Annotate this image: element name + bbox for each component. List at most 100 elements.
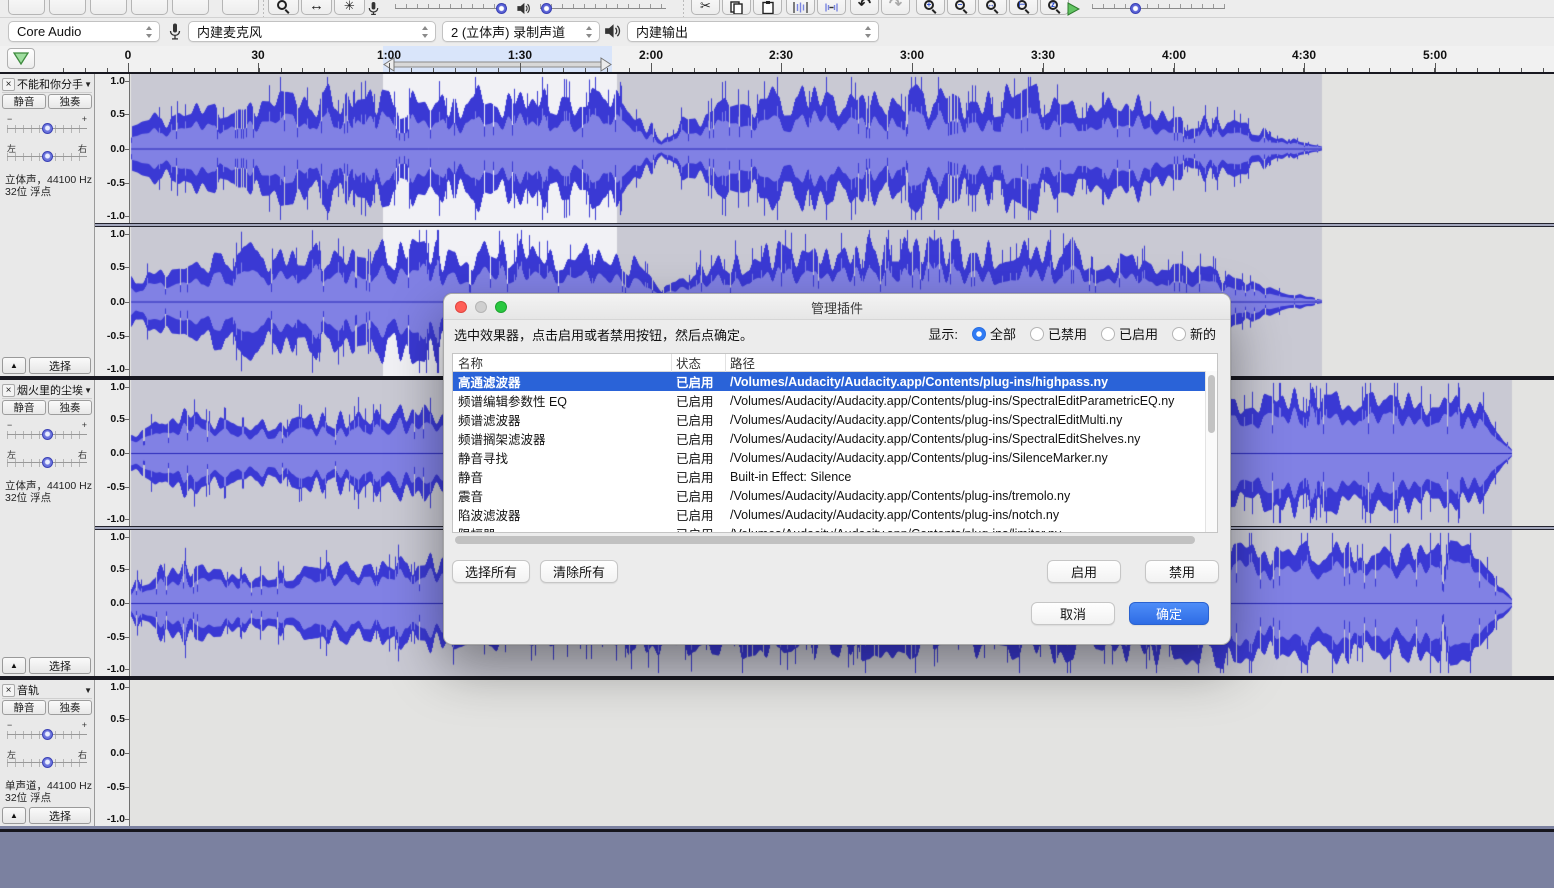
gain-thumb[interactable] [42,123,53,134]
gain-thumb[interactable] [42,729,53,740]
recording-channels-select[interactable]: 2 (立体声) 录制声道 [442,21,600,42]
mute-button[interactable]: 静音 [2,400,46,415]
timeline-ruler[interactable]: 0301:001:302:002:303:003:304:004:305:00 [0,46,1554,73]
transport-skip-start-button[interactable] [131,0,168,15]
vertical-scrollbar-thumb[interactable] [1208,375,1215,433]
pan-slider[interactable]: 左右 [7,448,87,474]
disable-button[interactable]: 禁用 [1145,560,1219,583]
dialog-titlebar[interactable]: 管理插件 [444,294,1230,320]
waveform-display[interactable] [130,74,1554,223]
track-select-button[interactable]: 选择 [29,807,91,824]
pan-thumb[interactable] [42,457,53,468]
trim-audio-button[interactable] [786,0,815,15]
playback-device-select[interactable]: 内建输出 [627,21,879,42]
transport-play-button[interactable] [49,0,86,15]
play-speed-thumb[interactable] [1130,3,1141,14]
enable-button[interactable]: 启用 [1047,560,1121,583]
vertical-scale-ruler[interactable]: 1.00.50.0-0.5-1.0 [95,530,130,676]
collapse-track-button[interactable]: ▲ [2,657,26,674]
track-close-button[interactable]: × [2,78,15,91]
plugin-row[interactable]: 静音已启用Built-in Effect: Silence [453,467,1217,486]
horizontal-scrollbar-thumb[interactable] [455,536,1195,544]
track-menu-dropdown-icon[interactable]: ▼ [84,686,92,695]
collapse-track-button[interactable]: ▲ [2,807,26,824]
plugin-row[interactable]: 静音寻找已启用/Volumes/Audacity/Audacity.app/Co… [453,448,1217,467]
recording-device-select[interactable]: 内建麦克风 [188,21,436,42]
vertical-scale-ruler[interactable]: 1.00.50.0-0.5-1.0 [95,680,130,826]
track-menu-dropdown-icon[interactable]: ▼ [84,386,92,395]
waveform-display[interactable] [130,680,1554,826]
plugin-row[interactable]: 频谱滤波器已启用/Volumes/Audacity/Audacity.app/C… [453,410,1217,429]
plugin-row[interactable]: 频谱编辑参数性 EQ已启用/Volumes/Audacity/Audacity.… [453,391,1217,410]
plugin-row[interactable]: 限幅器已启用/Volumes/Audacity/Audacity.app/Con… [453,524,1217,533]
column-header-path[interactable]: 路径 [726,353,1217,372]
gain-slider[interactable]: −+ [7,114,87,140]
fit-selection-button[interactable]: ↔ [978,0,1007,15]
track-select-button[interactable]: 选择 [29,357,91,374]
zoom-toggle-button[interactable]: z [1040,0,1069,15]
vertical-scale-ruler[interactable]: 1.00.50.0-0.5-1.0 [95,227,130,376]
solo-button[interactable]: 独奏 [48,94,92,109]
track-title[interactable]: 音轨 [17,682,84,698]
horizontal-scrollbar[interactable] [453,536,1217,544]
plugin-row[interactable]: 陷波滤波器已启用/Volumes/Audacity/Audacity.app/C… [453,505,1217,524]
plugin-row[interactable]: 高通滤波器已启用/Volumes/Audacity/Audacity.app/C… [453,372,1217,391]
ok-button[interactable]: 确定 [1129,602,1209,625]
vertical-scale-ruler[interactable]: 1.00.50.0-0.5-1.0 [95,380,130,526]
mute-button[interactable]: 静音 [2,700,46,715]
undo-button[interactable]: ↶ [850,0,879,15]
playback-volume-slider[interactable] [540,7,666,10]
zoom-out-button[interactable]: − [947,0,976,15]
vertical-scrollbar[interactable] [1205,371,1217,532]
track-close-button[interactable]: × [2,384,15,397]
filter-radio-已启用[interactable]: 已启用 [1101,324,1158,343]
pan-thumb[interactable] [42,757,53,768]
transport-pause-button[interactable] [8,0,45,15]
track-menu-dropdown-icon[interactable]: ▼ [84,80,92,89]
audio-host-select[interactable]: Core Audio [8,21,160,42]
select-all-button[interactable]: 选择所有 [452,560,530,583]
playback-volume-thumb[interactable] [541,3,552,14]
track-close-button[interactable]: × [2,684,15,697]
vertical-scale-ruler[interactable]: 1.00.50.0-0.5-1.0 [95,74,130,223]
multi-tool-button[interactable]: ✳ [334,0,365,15]
play-speed-slider[interactable] [1092,7,1225,10]
track-select-button[interactable]: 选择 [29,657,91,674]
transport-skip-end-button[interactable] [172,0,209,15]
recording-volume-slider[interactable] [395,7,507,10]
column-header-name[interactable]: 名称 [453,353,672,372]
pan-slider[interactable]: 左右 [7,748,87,774]
cut-button[interactable]: ✂ [691,0,720,15]
filter-radio-全部[interactable]: 全部 [972,324,1016,343]
timeline-options-button[interactable] [7,48,35,69]
gain-slider[interactable]: −+ [7,420,87,446]
track-title[interactable]: 烟火里的尘埃 [17,382,84,398]
pan-thumb[interactable] [42,151,53,162]
paste-button[interactable] [753,0,782,15]
transport-stop-button[interactable] [90,0,127,15]
plugin-row[interactable]: 频谱搁架滤波器已启用/Volumes/Audacity/Audacity.app… [453,429,1217,448]
gain-thumb[interactable] [42,429,53,440]
filter-radio-已禁用[interactable]: 已禁用 [1030,324,1087,343]
silence-audio-button[interactable] [817,0,846,15]
redo-button[interactable]: ↷ [881,0,910,15]
collapse-track-button[interactable]: ▲ [2,357,26,374]
solo-button[interactable]: 独奏 [48,700,92,715]
zoom-in-button[interactable]: + [916,0,945,15]
recording-volume-thumb[interactable] [496,3,507,14]
track-title[interactable]: 不能和你分手 [17,76,84,92]
cancel-button[interactable]: 取消 [1031,602,1115,625]
copy-button[interactable] [722,0,751,15]
timeshift-tool-button[interactable]: ↔ [301,0,332,15]
plugin-row[interactable]: 震音已启用/Volumes/Audacity/Audacity.app/Cont… [453,486,1217,505]
clear-all-button[interactable]: 清除所有 [540,560,618,583]
column-header-status[interactable]: 状态 [672,353,726,372]
gain-slider[interactable]: −+ [7,720,87,746]
play-at-speed-icon[interactable] [1066,2,1080,16]
solo-button[interactable]: 独奏 [48,400,92,415]
filter-radio-新的[interactable]: 新的 [1172,324,1216,343]
transport-record-button[interactable] [222,0,259,15]
zoom-tool-button[interactable] [268,0,299,15]
mute-button[interactable]: 静音 [2,94,46,109]
plugin-table[interactable]: 名称状态路径高通滤波器已启用/Volumes/Audacity/Audacity… [452,353,1218,533]
